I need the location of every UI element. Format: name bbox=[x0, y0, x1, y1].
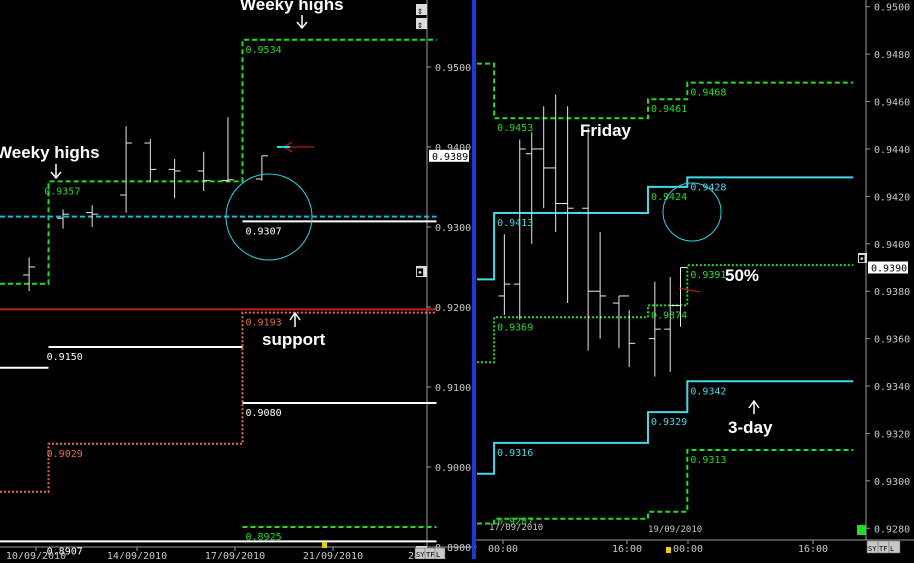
date-label: 19/09/2010 bbox=[648, 525, 702, 535]
scroll-icon: ⇕ bbox=[417, 20, 423, 31]
green-marker bbox=[857, 525, 866, 535]
panel-divider bbox=[472, 0, 476, 559]
level-label: 0.9029 bbox=[47, 449, 83, 460]
x-tick-label: 16:00 bbox=[798, 544, 828, 555]
y-tick-label: 0.9400 bbox=[874, 240, 910, 251]
level-label: 0.9150 bbox=[47, 352, 83, 363]
level-label: 0.9080 bbox=[246, 408, 282, 419]
level-label: 0.9313 bbox=[690, 455, 726, 466]
annotation-support: support bbox=[262, 330, 326, 349]
y-tick-label: 0.9360 bbox=[874, 335, 910, 346]
y-tick-label: 0.9200 bbox=[435, 303, 471, 314]
annotation-fifty-percent: 50% bbox=[725, 266, 759, 285]
toolbar-button-label: SY bbox=[868, 545, 877, 553]
y-tick-label: 0.9000 bbox=[435, 463, 471, 474]
y-tick-label: 0.9100 bbox=[435, 383, 471, 394]
scroll-icon: ◘ bbox=[858, 255, 865, 265]
x-tick-label: 00:00 bbox=[673, 544, 703, 555]
toolbar-button-label: L bbox=[436, 551, 440, 559]
scroll-icon: ◘ bbox=[416, 268, 424, 279]
price-badge-text: 0.9389 bbox=[432, 152, 468, 163]
y-tick-label: 0.9380 bbox=[874, 287, 910, 298]
level-label: 0.8925 bbox=[246, 532, 282, 543]
date-label: 17/09/2010 bbox=[489, 523, 543, 533]
level-label: 0.9357 bbox=[44, 186, 80, 197]
annotation-weekly-highs-left: Weeky highs bbox=[0, 143, 100, 162]
y-tick-label: 0.9460 bbox=[874, 98, 910, 109]
x-tick-label: 16:00 bbox=[612, 544, 642, 555]
y-tick-label: 0.9500 bbox=[435, 63, 471, 74]
chart-screen: 0.9534 0.9357 0.9307 0.9193 0.9150 0.9080 0.90… bbox=[0, 0, 914, 562]
y-tick-label: 0.9300 bbox=[874, 477, 910, 488]
level-label: 0.9534 bbox=[246, 45, 282, 56]
x-tick-label: 14/09/2010 bbox=[107, 551, 167, 559]
x-tick-label: 10/09/2010 bbox=[6, 551, 66, 559]
toolbar-button-label: L bbox=[890, 545, 894, 553]
yellow-marker bbox=[322, 542, 327, 548]
y-tick-label: 0.9420 bbox=[874, 192, 910, 203]
level-label: 0.9461 bbox=[651, 104, 687, 115]
x-tick-label: 17/09/2010 bbox=[205, 551, 265, 559]
annotation-weekly-highs-top: Weeky highs bbox=[240, 0, 344, 14]
toolbar-button-label: SY bbox=[416, 551, 425, 559]
y-tick-label: 0.9500 bbox=[874, 3, 910, 14]
background bbox=[0, 0, 914, 559]
annotation-three-day: 3-day bbox=[728, 418, 773, 437]
x-tick-label: 00:00 bbox=[488, 544, 518, 555]
y-tick-label: 0.9440 bbox=[874, 145, 910, 156]
level-label: 0.9342 bbox=[690, 386, 726, 397]
level-label: 0.9468 bbox=[690, 88, 726, 99]
level-label: 0.9193 bbox=[246, 318, 282, 329]
scroll-icon: ⇕ bbox=[417, 6, 423, 17]
toolbar-button-label: TF bbox=[879, 545, 887, 553]
price-badge-text: 0.9390 bbox=[871, 264, 907, 275]
level-label: 0.9329 bbox=[651, 417, 687, 428]
chart-svg: 0.9534 0.9357 0.9307 0.9193 0.9150 0.9080 0.90… bbox=[0, 0, 914, 562]
level-label: 0.9453 bbox=[497, 123, 533, 134]
annotation-friday: Friday bbox=[580, 121, 632, 140]
toolbar-button-label: TF bbox=[426, 551, 434, 559]
y-tick-label: 0.9340 bbox=[874, 382, 910, 393]
yellow-marker bbox=[666, 547, 671, 553]
level-label: 0.9413 bbox=[497, 218, 533, 229]
y-tick-label: 0.9280 bbox=[874, 524, 910, 535]
level-label: 0.9369 bbox=[497, 322, 533, 333]
level-label: 0.9307 bbox=[246, 226, 282, 237]
level-label: 0.9316 bbox=[497, 448, 533, 459]
y-tick-label: 0.9480 bbox=[874, 50, 910, 61]
x-tick-label: 21/09/2010 bbox=[303, 551, 363, 559]
level-label: 0.9374 bbox=[651, 310, 687, 321]
y-tick-label: 0.9320 bbox=[874, 429, 910, 440]
y-tick-label: 0.9300 bbox=[435, 223, 471, 234]
level-label: 0.9391 bbox=[690, 270, 726, 281]
